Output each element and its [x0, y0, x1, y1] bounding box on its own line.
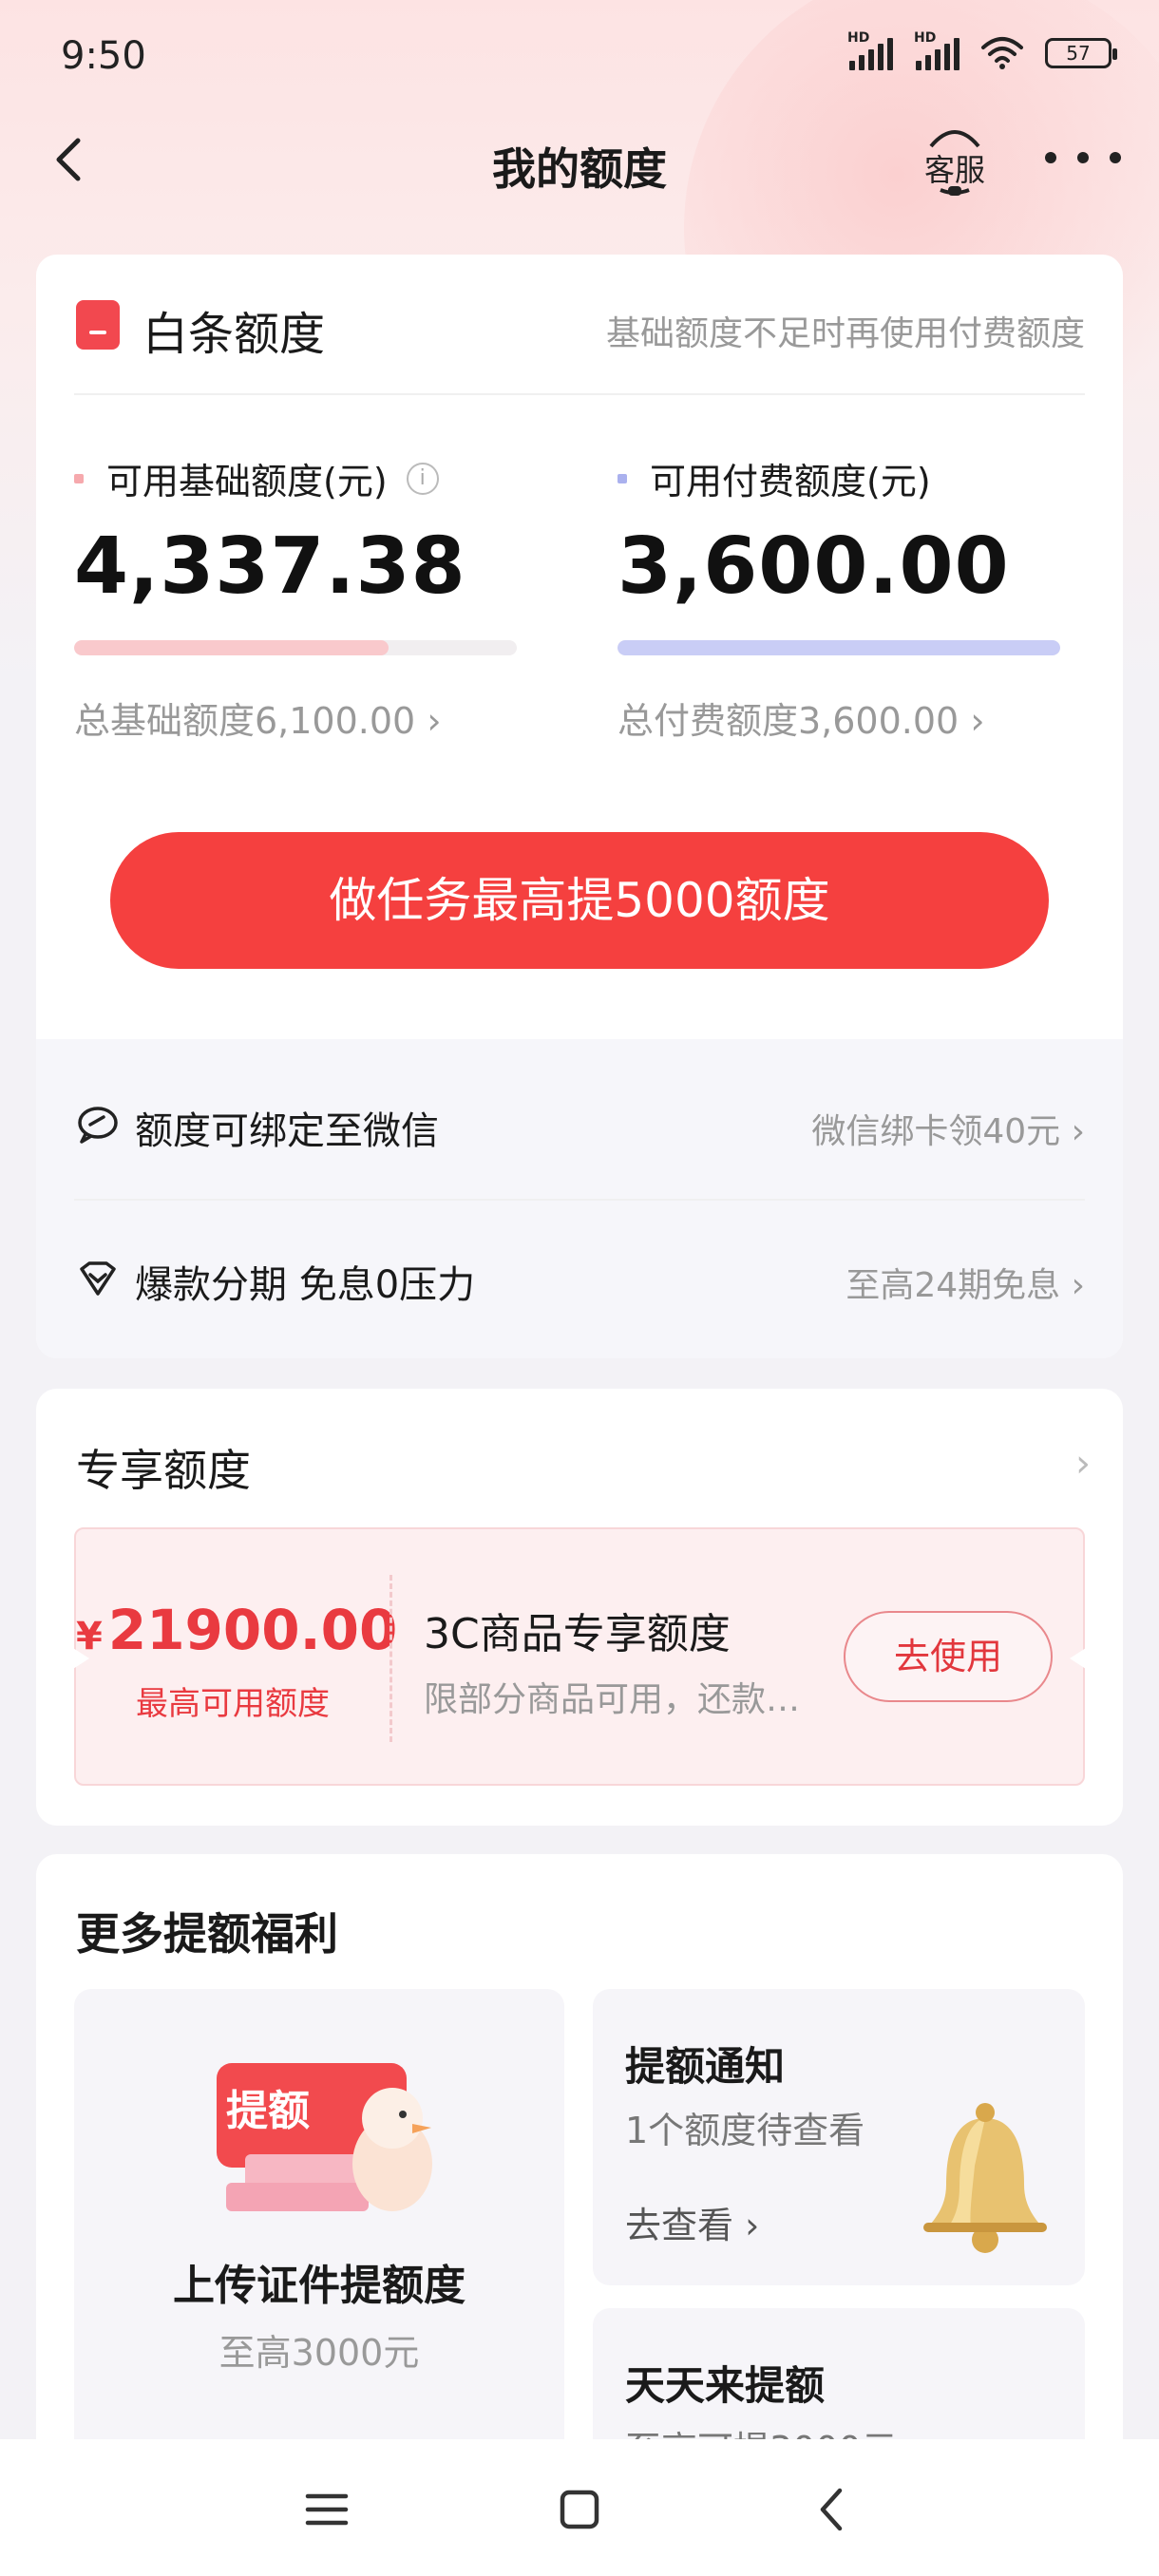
signal-icon-2: HD	[914, 30, 960, 70]
promo-wechat-link: 微信绑卡领40元 ›	[811, 1104, 1085, 1153]
exclusive-quota-title: 专享额度	[76, 1445, 251, 1496]
basic-quota-bar	[74, 640, 517, 655]
promo-installment-text: 爆款分期 免息0压力	[135, 1263, 476, 1307]
status-icons: HD HD 57	[847, 30, 1117, 70]
daily-boost-title: 天天来提额	[625, 2362, 826, 2409]
chevron-right-icon: ›	[745, 2205, 760, 2246]
paid-quota-total: 总付费额度3,600.00	[618, 700, 960, 742]
battery-icon: 57	[1045, 38, 1117, 68]
chevron-right-icon: ›	[1071, 1266, 1085, 1305]
status-time: 9:50	[61, 34, 146, 78]
boost-badge: 提额	[226, 2087, 310, 2135]
back-nav-icon[interactable]	[804, 2481, 861, 2538]
paid-quota-bar-fill	[618, 640, 1060, 655]
chevron-right-icon: ›	[970, 700, 985, 742]
view-link[interactable]: 去查看 ›	[625, 2196, 759, 2248]
promo-wechat-text: 额度可绑定至微信	[135, 1109, 439, 1153]
benefits-title: 更多提额福利	[76, 1908, 338, 1960]
system-nav-bar	[0, 2439, 1159, 2576]
paid-quota-amount: 3,600.00	[618, 521, 1010, 612]
nav-bar: 我的额度 客服	[0, 114, 1159, 209]
paid-quota-label: 可用付费额度(元)	[650, 461, 931, 502]
promo-wechat-right-text: 微信绑卡领40元	[811, 1112, 1061, 1151]
use-coupon-button[interactable]: 去使用	[844, 1611, 1053, 1702]
status-bar: 9:50 HD HD 57	[0, 0, 1159, 114]
coupon-description: 限部分商品可用，还款…	[424, 1680, 801, 1719]
quota-card-header: 白条额度 基础额度不足时再使用付费额度	[36, 255, 1123, 395]
paid-quota: 可用付费额度(元) 3,600.00 总付费额度3,600.00 ›	[618, 452, 1064, 744]
wifi-icon	[981, 37, 1023, 69]
more-dot	[1077, 152, 1089, 163]
limit-notice-title: 提额通知	[625, 2043, 786, 2090]
home-icon[interactable]	[551, 2481, 608, 2538]
service-label: 客服	[923, 152, 985, 188]
chat-bubble-icon	[78, 1107, 118, 1144]
paid-quota-bar	[618, 640, 1060, 655]
credit-card-icon	[76, 300, 120, 350]
basic-quota-total-link[interactable]: 总基础额度6,100.00 ›	[74, 691, 521, 744]
coupon-amount-label: 最高可用额度	[136, 1685, 330, 1723]
coupon-name: 3C商品专享额度	[424, 1610, 731, 1658]
diamond-heart-icon	[80, 1261, 116, 1296]
upload-id-subtitle: 至高3000元	[218, 2332, 420, 2374]
coupon-amount: ¥21900.00	[76, 1598, 397, 1662]
limit-notice-subtitle: 1个额度待查看	[625, 2110, 865, 2151]
basic-quota-total: 总基础额度6,100.00	[74, 700, 416, 742]
promo-installment-link: 至高24期免息 ›	[846, 1258, 1085, 1307]
chevron-right-icon[interactable]: ›	[1075, 1442, 1091, 1486]
more-options-button[interactable]	[1045, 139, 1121, 177]
paid-quota-total-link[interactable]: 总付费额度3,600.00 ›	[618, 691, 1064, 744]
task-boost-button[interactable]: 做任务最高提5000额度	[110, 832, 1049, 969]
divider	[74, 393, 1085, 395]
basic-quota-amount: 4,337.38	[74, 521, 466, 612]
basic-quota-bar-fill	[74, 640, 390, 655]
bell-icon	[923, 2103, 1047, 2253]
exclusive-coupon[interactable]: ¥21900.00 最高可用额度 3C商品专享额度 限部分商品可用，还款… 去使…	[63, 1527, 1096, 1786]
info-icon[interactable]: i	[406, 462, 439, 495]
currency-symbol: ¥	[76, 1615, 103, 1658]
chevron-right-icon: ›	[1071, 1112, 1085, 1151]
basic-dot	[74, 473, 84, 483]
customer-service-button[interactable]: 客服	[912, 120, 998, 205]
exclusive-quota-card: 专享额度 › ¥21900.00 最高可用额度 3C商品专享额度 限部分商品可用…	[36, 1389, 1123, 1826]
more-dot	[1045, 152, 1056, 163]
signal-icon: HD	[847, 30, 893, 70]
more-dot	[1110, 152, 1121, 163]
promo-row-wechat[interactable]: 额度可绑定至微信 微信绑卡领40元 ›	[36, 1047, 1123, 1199]
coupon-amount-value: 21900.00	[107, 1598, 398, 1662]
menu-icon[interactable]	[298, 2481, 355, 2538]
coupon-divider	[390, 1575, 392, 1742]
upload-id-title: 上传证件提额度	[173, 2262, 466, 2310]
quota-card-title: 白条额度	[142, 308, 326, 361]
promo-area: 额度可绑定至微信 微信绑卡领40元 › 爆款分期 免息0压力 至高24期免息 ›	[36, 1039, 1123, 1358]
limit-notice-tile[interactable]: 提额通知 1个额度待查看 去查看 ›	[593, 1989, 1085, 2285]
paid-dot	[618, 473, 627, 483]
promo-installment-right-text: 至高24期免息	[846, 1266, 1061, 1305]
promo-row-installment[interactable]: 爆款分期 免息0压力 至高24期免息 ›	[36, 1201, 1123, 1353]
chevron-right-icon: ›	[427, 700, 442, 742]
basic-quota: 可用基础额度(元) i 4,337.38 总基础额度6,100.00 ›	[74, 452, 521, 744]
hd-label: HD	[847, 30, 870, 46]
hd-label-2: HD	[914, 30, 937, 46]
view-link-text: 去查看	[625, 2205, 734, 2246]
quota-card-subtitle: 基础额度不足时再使用付费额度	[605, 314, 1085, 353]
quota-card: 白条额度 基础额度不足时再使用付费额度 可用基础额度(元) i 4,337.38…	[36, 255, 1123, 1358]
coupon-notch	[1070, 1641, 1096, 1676]
basic-quota-label: 可用基础额度(元)	[106, 461, 388, 502]
